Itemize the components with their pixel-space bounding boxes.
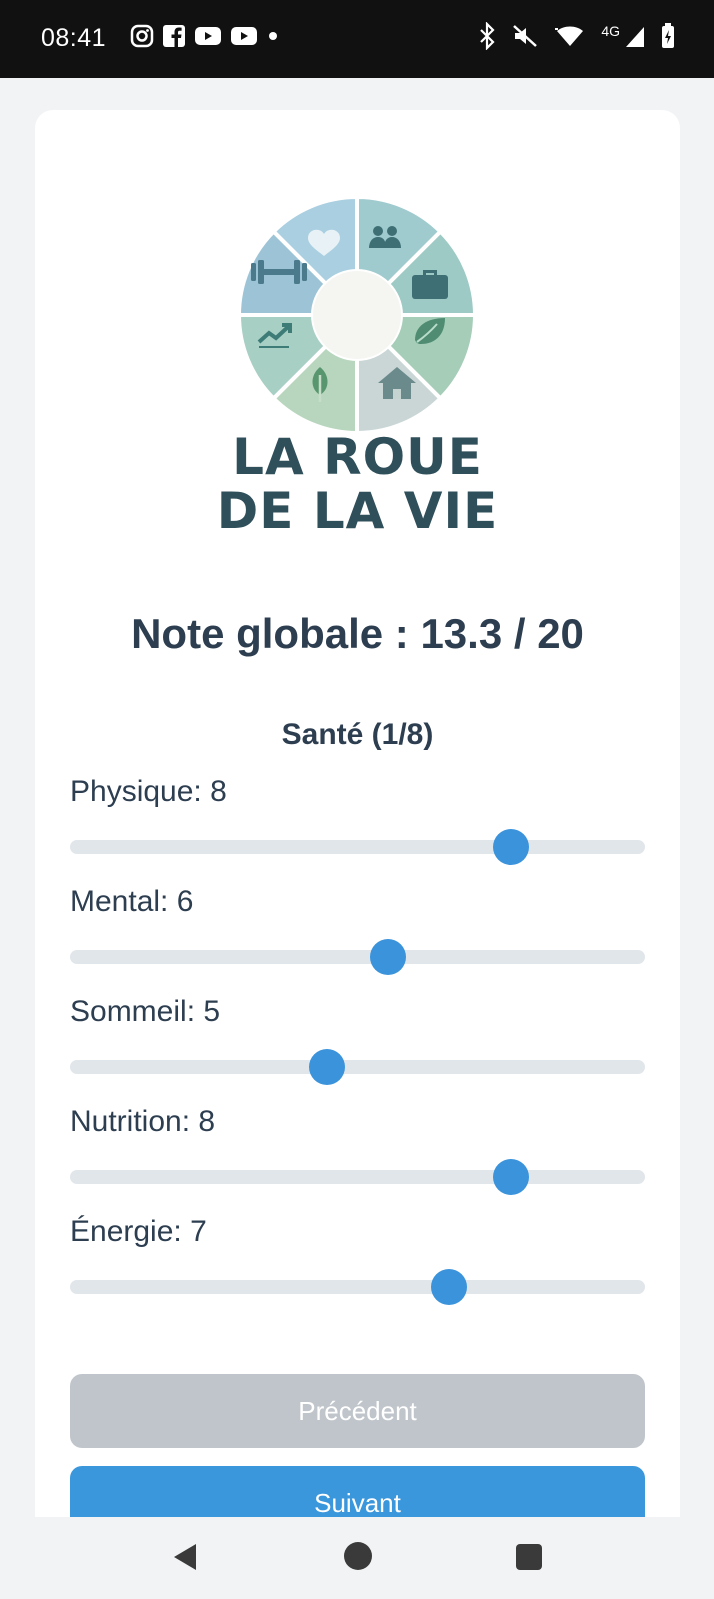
- facebook-icon: [163, 25, 185, 47]
- main-card: LA ROUE DE LA VIE Note globale : 13.3 / …: [35, 110, 680, 1570]
- slider-thumb[interactable]: [492, 1159, 529, 1195]
- network-type: 4G: [601, 23, 620, 39]
- system-icons: 4G: [477, 22, 676, 50]
- slider-thumb[interactable]: [370, 939, 407, 975]
- slider-thumb[interactable]: [431, 1269, 468, 1305]
- wheel-of-life-logo: [236, 194, 478, 436]
- youtube-icon: [195, 27, 221, 45]
- slider-thumb[interactable]: [308, 1049, 345, 1085]
- logo-title-line2: DE LA VIE: [216, 482, 499, 540]
- previous-button[interactable]: Précédent: [70, 1374, 645, 1448]
- slider-label: Sommeil: 5: [70, 995, 221, 1028]
- instagram-icon: [130, 24, 154, 48]
- slider-thumb[interactable]: [492, 829, 529, 865]
- slider-label: Énergie: 7: [70, 1215, 207, 1248]
- slider-label: Nutrition: 8: [70, 1105, 216, 1138]
- bluetooth-icon: [480, 22, 495, 50]
- more-notifications-dot-icon: [269, 32, 277, 40]
- navigation-bar: [0, 1517, 714, 1599]
- status-bar: 08:41 4G: [0, 0, 714, 78]
- slider-track[interactable]: [70, 829, 645, 865]
- mute-icon: [513, 25, 538, 47]
- slider-track[interactable]: [70, 1049, 645, 1085]
- youtube-icon: [231, 27, 257, 45]
- slider-label: Mental: 6: [70, 885, 194, 918]
- home-button-icon[interactable]: [343, 1541, 373, 1571]
- overall-score: Note globale : 13.3 / 20: [131, 610, 584, 657]
- battery-icon: [662, 23, 674, 48]
- slider-track[interactable]: [70, 1159, 645, 1195]
- notification-icons: [130, 24, 280, 48]
- logo-title-line1: LA ROUE: [232, 428, 483, 486]
- recent-apps-icon[interactable]: [515, 1543, 543, 1571]
- status-time: 08:41: [41, 24, 107, 52]
- slider-track[interactable]: [70, 939, 645, 975]
- back-icon[interactable]: [170, 1541, 200, 1573]
- slider-label: Physique: 8: [70, 775, 227, 808]
- wifi-icon: [555, 26, 584, 46]
- section-title: Santé (1/8): [281, 718, 434, 751]
- slider-track[interactable]: [70, 1269, 645, 1305]
- signal-icon: [626, 27, 644, 47]
